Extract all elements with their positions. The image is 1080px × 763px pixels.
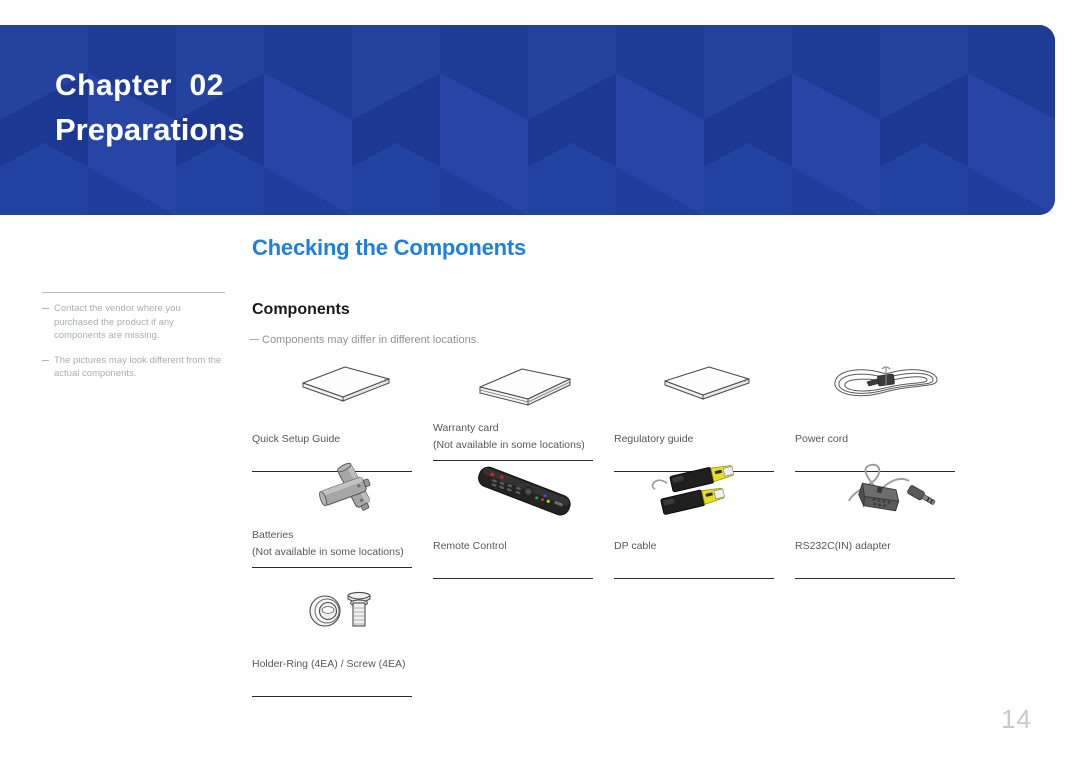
- component-labels: DP cable: [614, 527, 795, 574]
- component-labels: Remote Control: [433, 527, 614, 574]
- chapter-title: Preparations: [55, 112, 245, 147]
- component-item: Batteries (Not available in some locatio…: [252, 462, 433, 581]
- component-label: Regulatory guide: [614, 433, 694, 445]
- component-divider: [614, 578, 774, 579]
- component-item-empty: [614, 581, 795, 691]
- batteries-icon: [252, 462, 433, 521]
- component-labels: Warranty card (Not available in some loc…: [433, 420, 614, 456]
- side-note-item: The pictures may look different from the…: [42, 354, 227, 381]
- subsection-title: Components: [252, 301, 350, 318]
- component-item: Power cord: [795, 356, 976, 472]
- component-labels: Regulatory guide: [614, 420, 795, 467]
- side-notes-divider: [42, 292, 225, 293]
- chapter-label: Chapter 02: [55, 69, 224, 102]
- warranty-card-icon: [433, 356, 614, 414]
- inline-note-text: Components may differ in different locat…: [262, 334, 480, 346]
- component-item-empty: [795, 581, 976, 691]
- component-item: Quick Setup Guide: [252, 356, 433, 472]
- component-item-empty: [433, 581, 614, 691]
- component-item: Remote Control: [433, 463, 614, 581]
- rs232c-adapter-icon: [795, 463, 976, 521]
- component-labels: Holder-Ring (4EA) / Screw (4EA): [252, 645, 433, 692]
- component-item: Warranty card (Not available in some loc…: [433, 356, 614, 463]
- component-divider: [433, 578, 593, 579]
- regulatory-guide-icon: [614, 356, 795, 414]
- component-divider: [433, 460, 593, 461]
- component-label: DP cable: [614, 540, 657, 552]
- inline-note: Components may differ in different locat…: [250, 334, 479, 346]
- page-number: 14: [1001, 704, 1032, 734]
- side-note-text: Contact the vendor where you purchased t…: [54, 303, 181, 341]
- component-label: Remote Control: [433, 540, 507, 552]
- dash-marker-icon: [42, 308, 49, 343]
- chapter-banner: Chapter 02 Preparations: [0, 25, 1055, 215]
- remote-control-icon: [433, 463, 614, 521]
- component-item: RS232C(IN) adapter: [795, 463, 976, 581]
- component-label: Quick Setup Guide: [252, 433, 341, 445]
- component-divider: [252, 567, 412, 568]
- side-note-text: The pictures may look different from the…: [54, 354, 222, 380]
- components-row: Quick Setup Guide Warranty card (Not ava…: [252, 356, 992, 472]
- quick-setup-guide-icon: [252, 356, 433, 414]
- power-cord-icon: [795, 356, 976, 414]
- side-notes: Contact the vendor where you purchased t…: [42, 292, 227, 392]
- component-divider: [795, 578, 955, 579]
- component-labels: Quick Setup Guide: [252, 420, 433, 467]
- side-note-item: Contact the vendor where you purchased t…: [42, 302, 227, 343]
- dp-cable-icon: [614, 463, 795, 521]
- dash-marker-icon: [250, 339, 259, 340]
- dash-marker-icon: [42, 359, 49, 381]
- holder-ring-screw-icon: [252, 581, 433, 639]
- component-label: Warranty card: [433, 422, 499, 434]
- banner-text-block: Chapter 02 Preparations: [55, 65, 245, 152]
- component-labels: RS232C(IN) adapter: [795, 527, 976, 574]
- component-labels: Power cord: [795, 420, 976, 467]
- component-item: DP cable: [614, 463, 795, 581]
- component-divider: [252, 696, 412, 697]
- components-grid: Quick Setup Guide Warranty card (Not ava…: [252, 356, 992, 697]
- component-label: Batteries: [252, 529, 294, 541]
- component-item: Regulatory guide: [614, 356, 795, 472]
- component-label: Power cord: [795, 433, 849, 445]
- component-label: RS232C(IN) adapter: [795, 540, 891, 552]
- component-labels: Batteries (Not available in some locatio…: [252, 527, 433, 563]
- components-row: Batteries (Not available in some locatio…: [252, 462, 992, 581]
- component-sublabel: (Not available in some locations): [433, 439, 585, 451]
- component-item: Holder-Ring (4EA) / Screw (4EA): [252, 581, 433, 697]
- component-sublabel: (Not available in some locations): [252, 546, 404, 558]
- page-title: Checking the Components: [252, 235, 527, 260]
- components-row: Holder-Ring (4EA) / Screw (4EA): [252, 581, 992, 697]
- component-label: Holder-Ring (4EA) / Screw (4EA): [252, 658, 406, 670]
